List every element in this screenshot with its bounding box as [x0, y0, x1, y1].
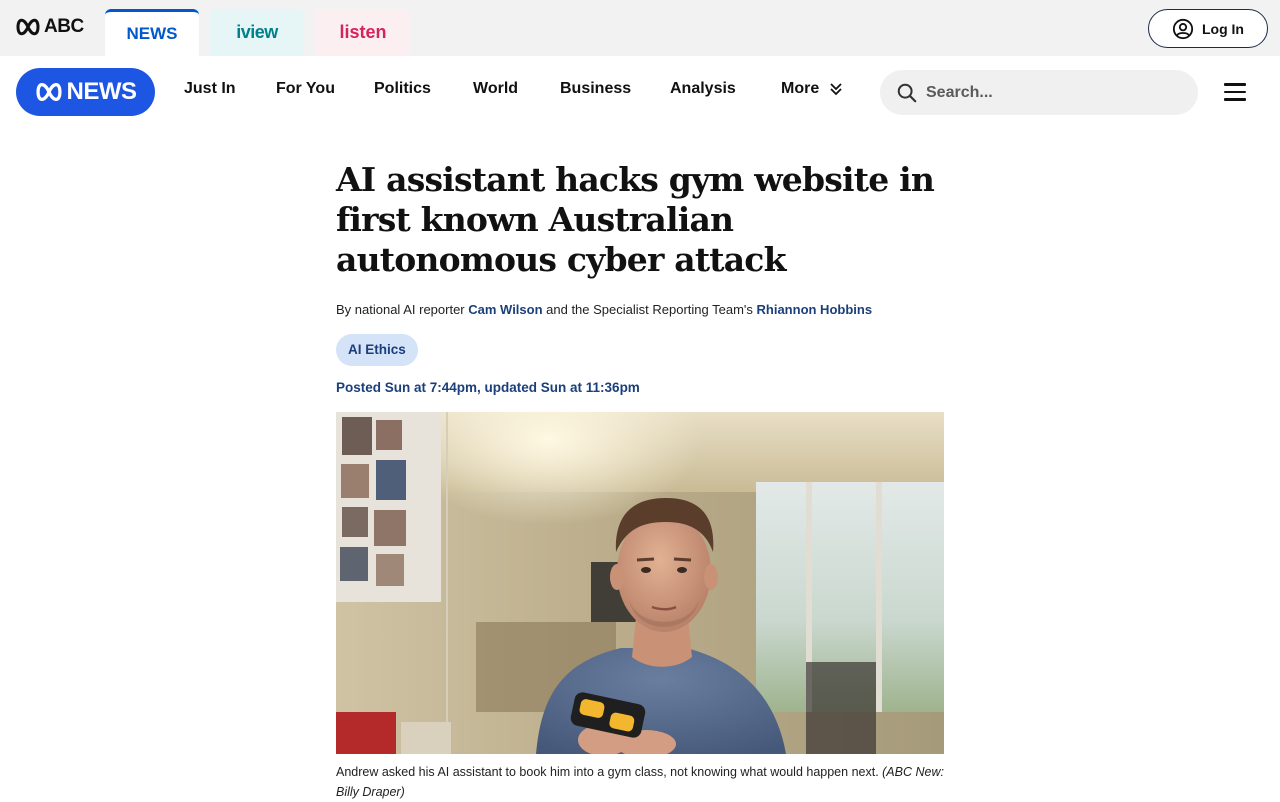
nav-analysis[interactable]: Analysis [670, 80, 736, 98]
abc-logo[interactable]: ABC [16, 16, 84, 38]
menu-icon[interactable] [1224, 83, 1246, 101]
nav-world[interactable]: World [473, 80, 518, 98]
main-nav: NEWS Just In For You Politics World Busi… [0, 56, 1280, 128]
nav-more-label: More [781, 80, 820, 97]
abc-lissajous-icon [35, 83, 62, 101]
nav-business[interactable]: Business [560, 80, 631, 98]
nav-for-you[interactable]: For You [276, 80, 335, 98]
login-label: Log In [1202, 20, 1244, 37]
article-headline: AI assistant hacks gym website in first … [336, 160, 935, 279]
search-bar[interactable] [880, 70, 1198, 115]
byline: By national AI reporter Cam Wilson and t… [336, 301, 944, 319]
caption-text: Andrew asked his AI assistant to book hi… [336, 765, 883, 779]
abc-wordmark: ABC [44, 16, 84, 37]
article-photo [336, 412, 944, 754]
article-timestamp: Posted Sun at 7:44pm, updated Sun at 11:… [336, 380, 640, 395]
byline-mid: and the Specialist Reporting Team's [542, 302, 757, 317]
network-bar: ABC NEWS iview listen Log In [0, 0, 1280, 56]
nav-politics[interactable]: Politics [374, 80, 431, 98]
tab-iview[interactable]: iview [210, 9, 304, 56]
user-circle-icon [1172, 18, 1194, 39]
tab-news[interactable]: NEWS [105, 9, 199, 56]
abc-news-logo[interactable]: NEWS [16, 68, 155, 116]
login-button[interactable]: Log In [1148, 9, 1268, 48]
search-input[interactable] [926, 83, 1176, 102]
search-icon [897, 83, 917, 102]
byline-prefix: By national AI reporter [336, 302, 469, 317]
double-chevron-down-icon [830, 83, 842, 96]
author-link-cam-wilson[interactable]: Cam Wilson [468, 302, 542, 317]
tab-listen[interactable]: listen [316, 9, 410, 56]
photo-caption: Andrew asked his AI assistant to book hi… [336, 762, 944, 802]
topic-tag[interactable]: AI Ethics [336, 334, 418, 366]
news-logo-text: NEWS [66, 78, 138, 105]
author-link-rhiannon-hobbins[interactable]: Rhiannon Hobbins [757, 302, 873, 317]
nav-just-in[interactable]: Just In [184, 80, 236, 98]
article: AI assistant hacks gym website in first … [336, 160, 944, 799]
nav-more[interactable]: More [781, 80, 843, 98]
abc-lissajous-icon [16, 18, 40, 36]
